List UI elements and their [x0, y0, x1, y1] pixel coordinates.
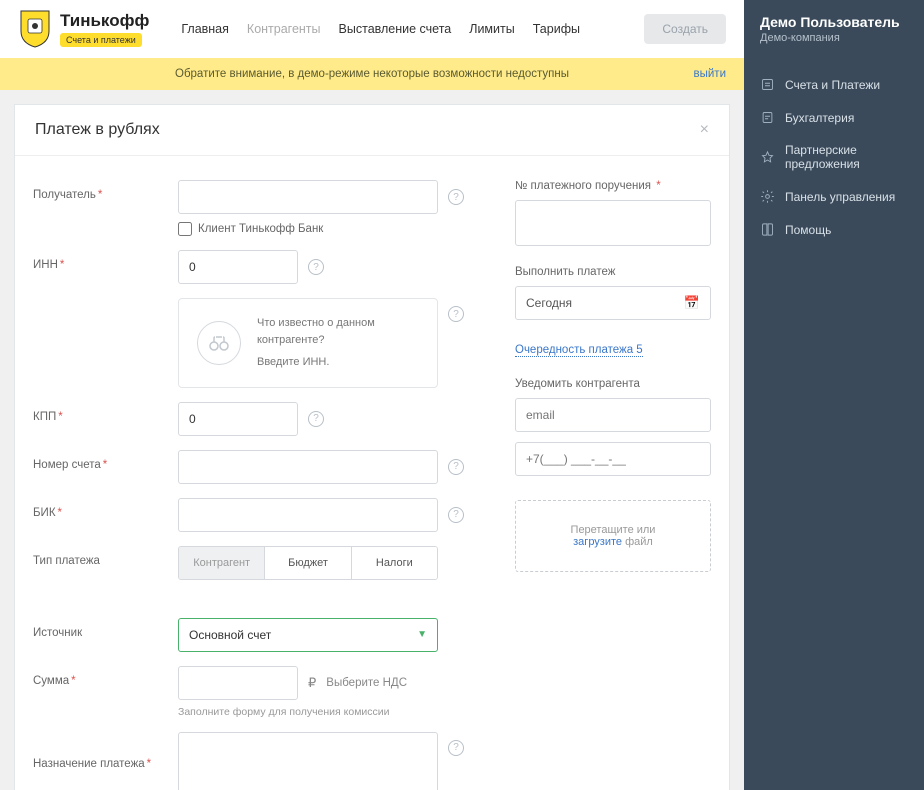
account-input[interactable]	[178, 450, 438, 484]
amount-label: Сумма*	[33, 666, 178, 687]
payment-priority-link[interactable]: Очередность платежа 5	[515, 344, 643, 357]
logo-shield-icon	[18, 9, 52, 49]
calendar-icon: 📅	[684, 295, 700, 311]
bik-label: БИК*	[33, 498, 178, 519]
star-icon	[760, 150, 775, 165]
help-icon[interactable]: ?	[448, 306, 464, 322]
create-button[interactable]: Создать	[644, 14, 726, 44]
main-nav: Главная Контрагенты Выставление счета Ли…	[181, 22, 580, 36]
account-label: Номер счета*	[33, 450, 178, 471]
vat-select-link[interactable]: Выберите НДС	[326, 677, 407, 689]
inn-input[interactable]	[178, 250, 298, 284]
nav-invoicing[interactable]: Выставление счета	[339, 22, 452, 36]
purpose-label: Назначение платежа*	[33, 732, 178, 770]
payment-number-label: № платежного поручения *	[515, 180, 711, 192]
payment-type-segmented: Контрагент Бюджет Налоги	[178, 546, 438, 580]
execute-label: Выполнить платеж	[515, 266, 711, 278]
notify-phone-input[interactable]	[515, 442, 711, 476]
help-icon[interactable]: ?	[448, 189, 464, 205]
close-icon[interactable]: ×	[700, 121, 709, 139]
demo-banner-text: Обратите внимание, в демо-режиме некотор…	[175, 68, 569, 80]
demo-exit-link[interactable]: выйти	[694, 68, 727, 80]
sidebar-item-help[interactable]: Помощь	[744, 213, 924, 246]
accounts-icon	[760, 77, 775, 92]
nav-main[interactable]: Главная	[181, 22, 229, 36]
payment-type-label: Тип платежа	[33, 546, 178, 567]
execute-date-input[interactable]: Сегодня 📅	[515, 286, 711, 320]
topbar: Тинькофф Счета и платежи Главная Контраг…	[0, 0, 744, 58]
notify-email-input[interactable]	[515, 398, 711, 432]
nav-tariffs[interactable]: Тарифы	[533, 22, 580, 36]
ruble-icon: ₽	[308, 675, 316, 691]
sidebar-user-name: Демо Пользователь	[760, 14, 908, 30]
tinkoff-client-checkbox[interactable]: Клиент Тинькофф Банк	[178, 222, 493, 236]
demo-banner: Обратите внимание, в демо-режиме некотор…	[0, 58, 744, 90]
purpose-textarea[interactable]	[178, 732, 438, 790]
logo-title: Тинькофф	[60, 11, 149, 31]
help-icon[interactable]: ?	[308, 259, 324, 275]
source-label: Источник	[33, 618, 178, 639]
kpp-label: КПП*	[33, 402, 178, 423]
nav-contractors[interactable]: Контрагенты	[247, 22, 321, 36]
logo-badge: Счета и платежи	[60, 33, 142, 47]
logo[interactable]: Тинькофф Счета и платежи	[18, 9, 149, 49]
sidebar-user-company: Демо-компания	[760, 32, 908, 44]
book-icon	[760, 222, 775, 237]
chevron-down-icon: ▼	[417, 629, 427, 640]
recipient-input[interactable]	[178, 180, 438, 214]
sidebar-item-accounts[interactable]: Счета и Платежи	[744, 68, 924, 101]
bik-input[interactable]	[178, 498, 438, 532]
gear-icon	[760, 189, 775, 204]
file-drop-zone[interactable]: Перетащите или загрузите файл	[515, 500, 711, 572]
inn-label: ИНН*	[33, 250, 178, 271]
kpp-input[interactable]	[178, 402, 298, 436]
amount-input[interactable]	[178, 666, 298, 700]
seg-contragent[interactable]: Контрагент	[179, 547, 265, 579]
binoculars-icon	[197, 321, 241, 365]
nav-limits[interactable]: Лимиты	[469, 22, 514, 36]
recipient-label: Получатель*	[33, 180, 178, 201]
seg-budget[interactable]: Бюджет	[265, 547, 351, 579]
sidebar-item-accounting[interactable]: Бухгалтерия	[744, 101, 924, 134]
help-icon[interactable]: ?	[448, 459, 464, 475]
seg-taxes[interactable]: Налоги	[352, 547, 437, 579]
sidebar-item-partners[interactable]: Партнерские предложения	[744, 134, 924, 180]
source-select[interactable]: Основной счет ▼	[178, 618, 438, 652]
accounting-icon	[760, 110, 775, 125]
payment-card: Платеж в рублях × Получатель* ?	[14, 104, 730, 790]
help-icon[interactable]: ?	[308, 411, 324, 427]
payment-number-input[interactable]	[515, 200, 711, 246]
commission-hint: Заполните форму для получения комиссии	[178, 706, 493, 718]
right-sidebar: Демо Пользователь Демо-компания Счета и …	[744, 0, 924, 790]
help-icon[interactable]: ?	[448, 740, 464, 756]
contragent-info-panel: Что известно о данном контрагенте? Введи…	[178, 298, 438, 388]
help-icon[interactable]: ?	[448, 507, 464, 523]
notify-label: Уведомить контрагента	[515, 378, 711, 390]
card-title: Платеж в рублях	[35, 121, 160, 139]
sidebar-item-control[interactable]: Панель управления	[744, 180, 924, 213]
